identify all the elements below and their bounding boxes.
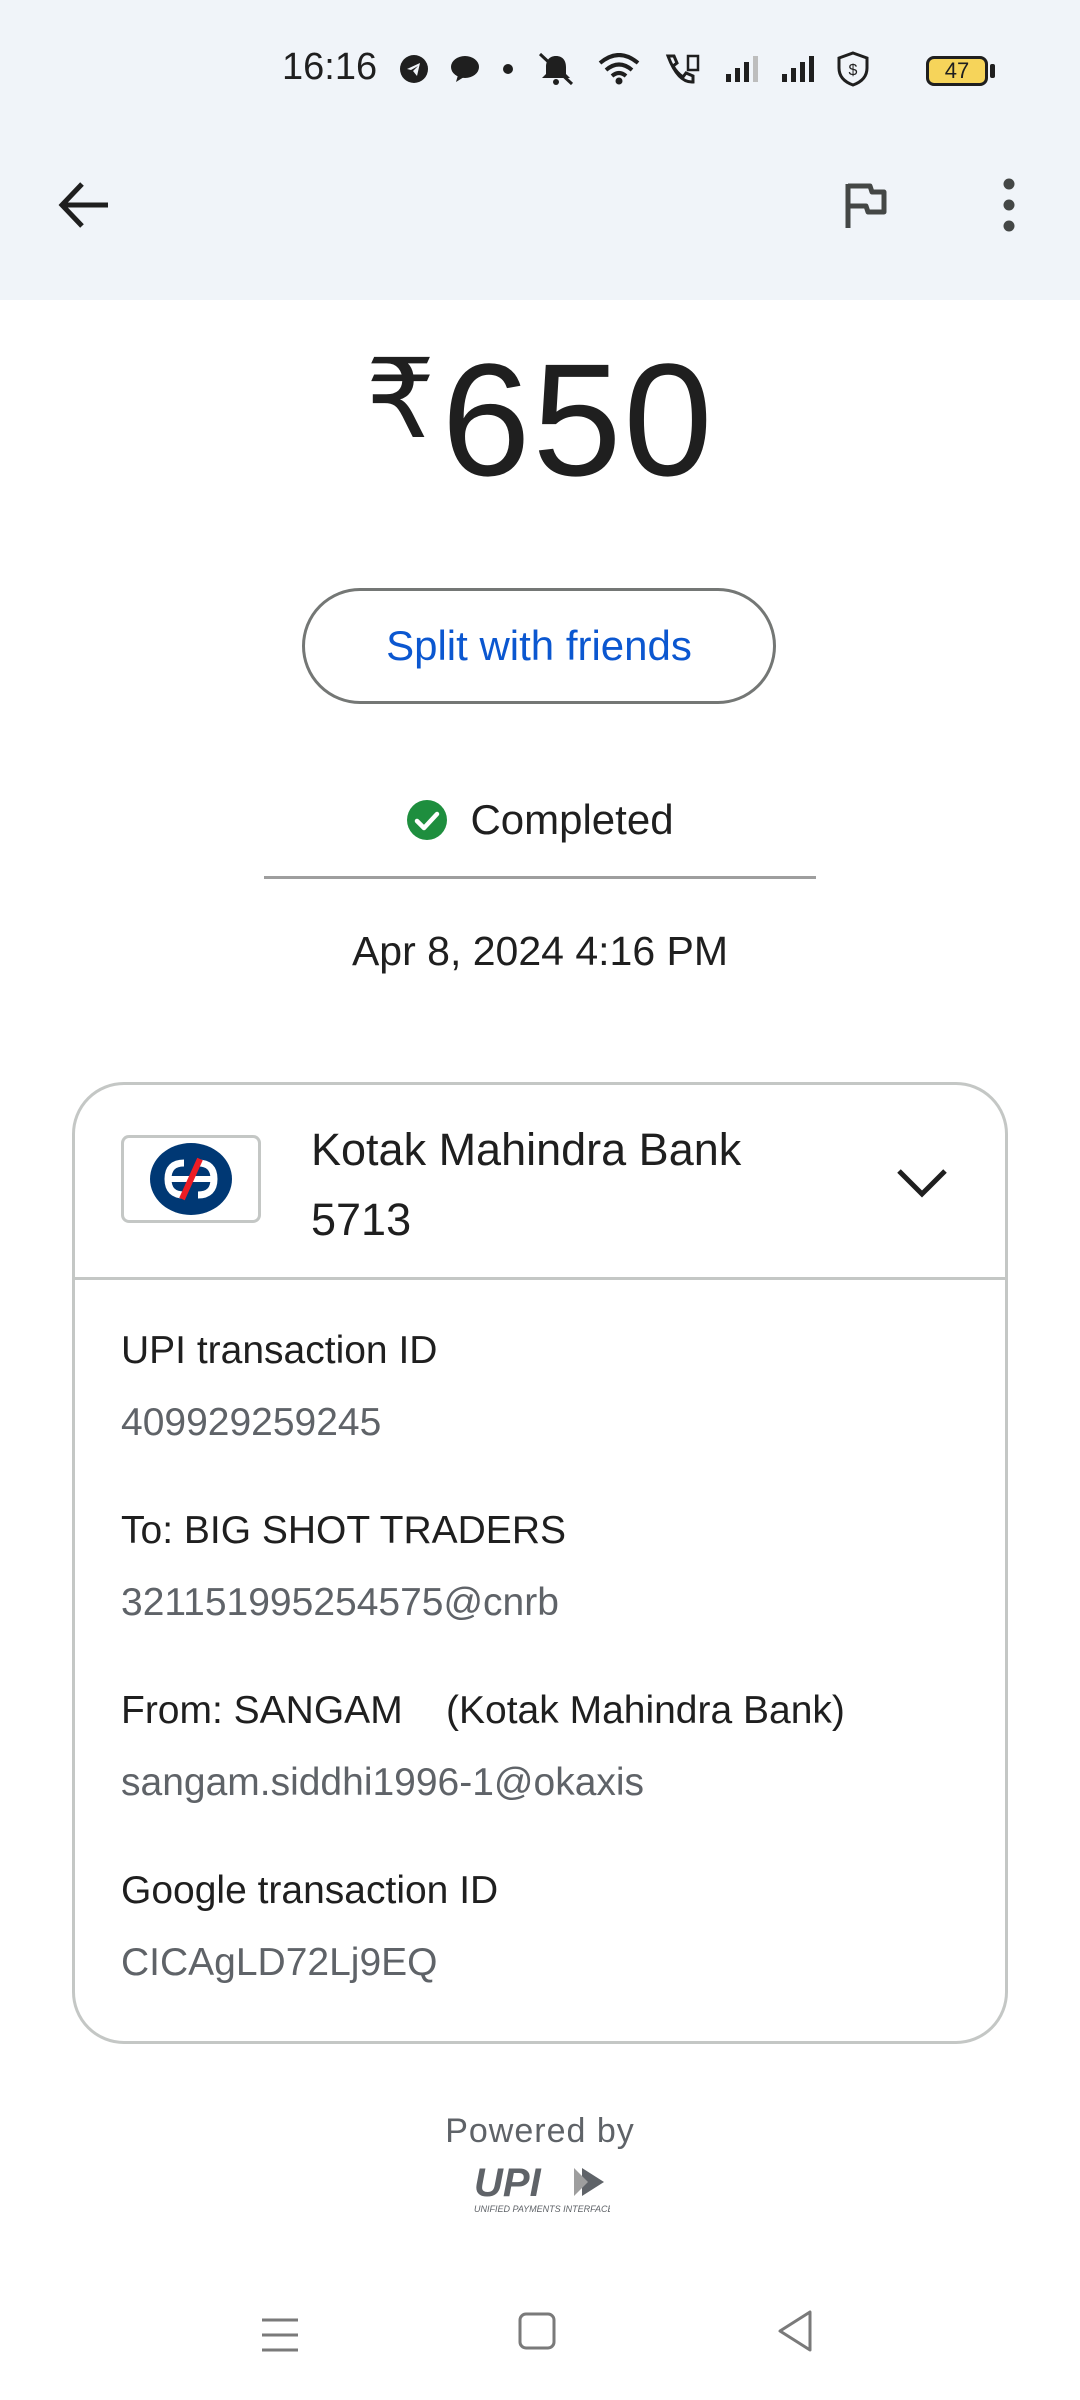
- arrow-back-icon: [58, 182, 108, 228]
- expand-button[interactable]: [887, 1147, 957, 1217]
- upi-logo-subtext: UNIFIED PAYMENTS INTERFACE: [474, 2204, 610, 2214]
- wifi-icon: [598, 53, 640, 85]
- split-with-friends-button[interactable]: Split with friends: [302, 588, 776, 704]
- nav-home-button[interactable]: [510, 2304, 564, 2358]
- payer-label: From: SANGAM (Kotak Mahindra Bank): [121, 1689, 845, 1732]
- menu-icon: [262, 2318, 298, 2352]
- battery-indicator: 47: [926, 56, 988, 86]
- transaction-details-card: Kotak Mahindra Bank 5713 UPI transaction…: [72, 1082, 1008, 2044]
- payer-details: From: SANGAM (Kotak Mahindra Bank) sanga…: [121, 1685, 845, 1809]
- powered-by-label: Powered by: [445, 2112, 635, 2150]
- upi-transaction-id-label: UPI transaction ID: [121, 1329, 438, 1372]
- call-icon: [662, 52, 702, 86]
- status-row: Completed: [0, 790, 1080, 850]
- transaction-amount: ₹650: [0, 300, 1080, 520]
- nav-recents-button[interactable]: [252, 2310, 308, 2360]
- mute-icon: [536, 52, 576, 86]
- flag-icon: [845, 183, 887, 228]
- status-label: Completed: [470, 796, 674, 843]
- kotak-logo-icon: [150, 1143, 232, 1215]
- amount-value: 650: [441, 330, 715, 509]
- chat-icon: [450, 55, 480, 83]
- shield-icon: $: [836, 51, 870, 87]
- upi-logo-text: UPI: [474, 2161, 542, 2205]
- currency-symbol: ₹: [365, 338, 438, 461]
- upi-transaction-id: UPI transaction ID 409929259245: [121, 1325, 437, 1449]
- status-time: 16:16: [282, 46, 378, 88]
- check-circle-icon: [407, 800, 448, 840]
- bank-logo: [121, 1135, 261, 1223]
- payee-label: To: BIG SHOT TRADERS: [121, 1509, 566, 1552]
- google-transaction-id: Google transaction ID CICAgLD72Lj9EQ: [121, 1865, 498, 1989]
- more-options-button[interactable]: [970, 170, 1040, 240]
- nav-back-button[interactable]: [770, 2304, 824, 2358]
- status-icons: $: [400, 44, 870, 94]
- telegram-icon: [400, 55, 428, 83]
- report-button[interactable]: [830, 170, 900, 240]
- chevron-down-icon: [897, 1169, 947, 1198]
- dot-icon: [502, 63, 514, 75]
- upi-logo: UPI UNIFIED PAYMENTS INTERFACE: [470, 2160, 615, 2216]
- payee-upi-id[interactable]: 321151995254575@cnrb: [121, 1577, 566, 1629]
- payer-upi-id[interactable]: sangam.siddhi1996-1@okaxis: [121, 1757, 845, 1809]
- square-icon: [518, 2312, 556, 2350]
- bank-account-name: Kotak Mahindra Bank 5713: [311, 1115, 741, 1255]
- back-button[interactable]: [50, 170, 120, 240]
- divider: [264, 876, 816, 879]
- app-top-bar: 16:16 $ 47: [0, 0, 1080, 300]
- bank-account-header[interactable]: Kotak Mahindra Bank 5713: [75, 1085, 1005, 1280]
- signal-icon: [724, 54, 758, 84]
- account-suffix: 5713: [311, 1194, 412, 1245]
- transaction-datetime: Apr 8, 2024 4:16 PM: [351, 928, 729, 974]
- upi-transaction-id-value[interactable]: 409929259245: [121, 1397, 437, 1449]
- more-vert-icon: [1003, 178, 1015, 232]
- svg-text:$: $: [849, 62, 858, 79]
- google-transaction-id-value[interactable]: CICAgLD72Lj9EQ: [121, 1937, 498, 1989]
- signal-icon: [780, 54, 814, 84]
- battery-tip: [990, 64, 995, 78]
- triangle-back-icon: [778, 2310, 812, 2352]
- bank-name: Kotak Mahindra Bank: [311, 1124, 742, 1175]
- payee-details: To: BIG SHOT TRADERS 321151995254575@cnr…: [121, 1505, 566, 1629]
- google-transaction-id-label: Google transaction ID: [121, 1869, 499, 1912]
